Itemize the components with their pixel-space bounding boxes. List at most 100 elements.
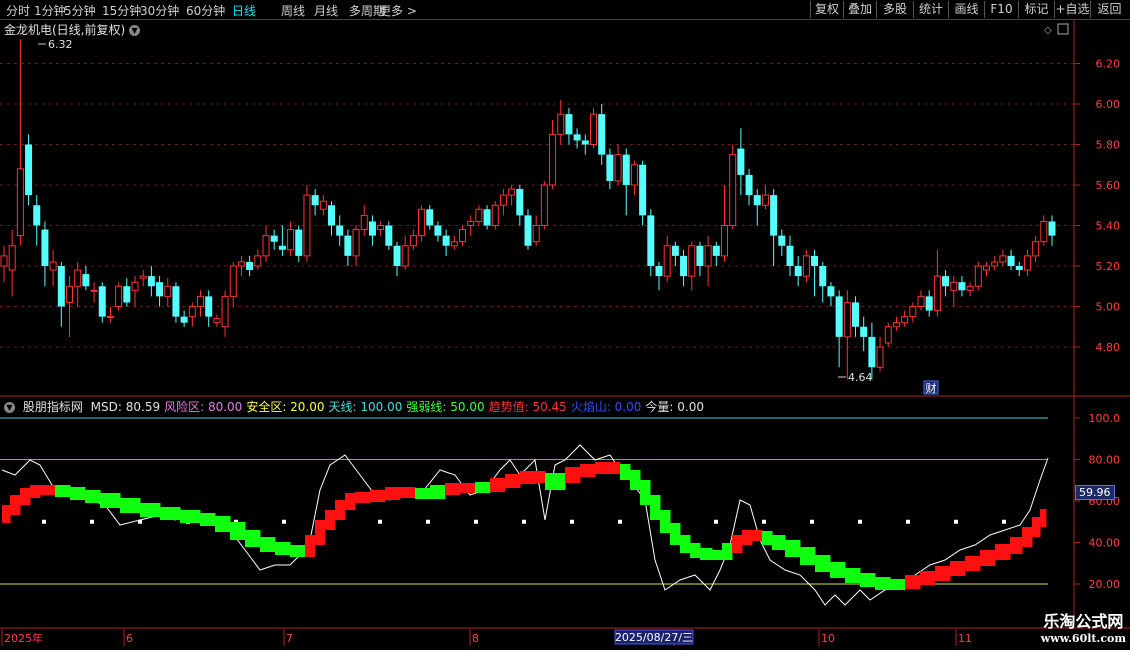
chart-canvas[interactable]: 6.20 6.00 5.80 5.60 5.40 5.20 5.00 4.80 6.32 4.64…: [0, 0, 1130, 650]
candle-body: [49, 261, 57, 271]
midline-dot: [762, 519, 766, 524]
indicator-item-5: 趋势值: 50.45: [488, 400, 567, 414]
trend-block: [860, 573, 876, 587]
trend-block: [650, 495, 661, 520]
candle-body: [66, 285, 73, 303]
trend-block: [785, 540, 801, 557]
candle-body: [745, 174, 753, 196]
candle-body: [385, 225, 393, 246]
candle-body: [753, 195, 761, 206]
candle-body: [983, 265, 990, 271]
trend-block: [595, 462, 611, 474]
trend-block: [965, 556, 981, 571]
trend-block: [10, 495, 21, 515]
trend-block: [800, 547, 816, 565]
candle-body: [41, 229, 49, 266]
candle-body: [16, 168, 24, 237]
trend-block: [305, 535, 316, 557]
trend-block: [30, 485, 41, 498]
candle-body: [852, 302, 859, 327]
trend-block: [1040, 509, 1047, 527]
indicator-tick-label: 100.0: [1089, 412, 1121, 425]
midline-dot: [378, 519, 382, 524]
trend-block: [325, 510, 336, 530]
candle-body: [270, 235, 278, 242]
candle-body: [82, 274, 90, 287]
trend-block: [40, 485, 56, 495]
candle-body: [115, 285, 123, 307]
candle-body: [860, 326, 868, 337]
trend-block: [520, 471, 536, 484]
candle-body: [237, 261, 245, 267]
trend-block: [700, 548, 713, 560]
midline-dot: [426, 519, 430, 524]
candle-body: [205, 296, 213, 317]
indicator-tick-label: 80.00: [1089, 454, 1121, 467]
trend-block: [315, 520, 326, 545]
cursor-date-label: 2025/08/27/三: [615, 631, 693, 644]
indicator-tick-label: 20.00: [1089, 578, 1121, 591]
candle-body: [426, 209, 434, 226]
candle-body: [106, 316, 114, 319]
candle-body: [98, 286, 106, 317]
indicator-tick-label: 40.00: [1089, 537, 1121, 550]
midline-dot: [474, 519, 478, 524]
candle-body: [303, 194, 311, 257]
watermark: 乐淘公式网 www.60lt.com: [1041, 608, 1126, 645]
trend-block: [245, 530, 261, 547]
candle-body: [704, 245, 712, 267]
candle-body: [655, 266, 663, 277]
price-tick-label: 5.80: [1096, 139, 1121, 152]
trend-block: [555, 473, 566, 490]
candle-body: [524, 215, 532, 246]
trend-block: [580, 464, 596, 477]
time-label: 10: [821, 632, 835, 645]
candle-body: [712, 245, 720, 256]
candle-body: [25, 144, 33, 196]
candle-body: [328, 205, 335, 226]
candle-body: [139, 275, 147, 279]
trend-block: [140, 503, 161, 517]
chevron-down-icon[interactable]: ▼: [4, 402, 15, 413]
candle-body: [1040, 220, 1048, 243]
candle-body: [901, 316, 909, 324]
candle-body: [287, 229, 295, 251]
candle-body: [557, 113, 565, 135]
candle-body: [909, 306, 917, 318]
high-label: 6.32: [48, 38, 73, 51]
candle-body: [819, 266, 827, 287]
candle-body: [262, 235, 270, 257]
candle-body: [974, 265, 982, 287]
candle-body: [246, 261, 254, 271]
candle-body: [573, 134, 581, 141]
candle-body: [598, 114, 606, 155]
trend-block: [475, 482, 491, 493]
price-tick-label: 5.20: [1096, 260, 1121, 273]
candle-body: [508, 188, 516, 196]
trend-block: [545, 473, 556, 490]
candle-body: [917, 295, 925, 307]
candle-body: [761, 194, 769, 206]
trend-block: [690, 543, 701, 558]
candle-body: [90, 289, 98, 292]
price-tick-label: 5.40: [1096, 220, 1121, 233]
trend-block: [762, 531, 773, 545]
candle-body: [278, 245, 286, 250]
trend-block: [1010, 537, 1023, 554]
candle-body: [630, 164, 638, 186]
trend-block: [1022, 527, 1033, 547]
trend-block: [120, 498, 141, 513]
candle-body: [180, 316, 188, 323]
candle-body: [467, 220, 475, 226]
candle-body: [778, 235, 786, 246]
low-label: 4.64: [848, 371, 873, 384]
candle-body: [197, 295, 204, 307]
midline-dot: [282, 519, 286, 524]
trend-block: [430, 485, 446, 499]
candle-body: [532, 225, 540, 243]
candle-body: [33, 205, 41, 226]
trend-block: [400, 487, 416, 498]
candle-body: [549, 133, 557, 186]
indicator-name: 股朋指标网: [22, 400, 83, 414]
indicator-title: ▼ 股朋指标网 MSD: 80.59 风险区: 80.00 安全区: 20.00 天线…: [4, 398, 712, 415]
